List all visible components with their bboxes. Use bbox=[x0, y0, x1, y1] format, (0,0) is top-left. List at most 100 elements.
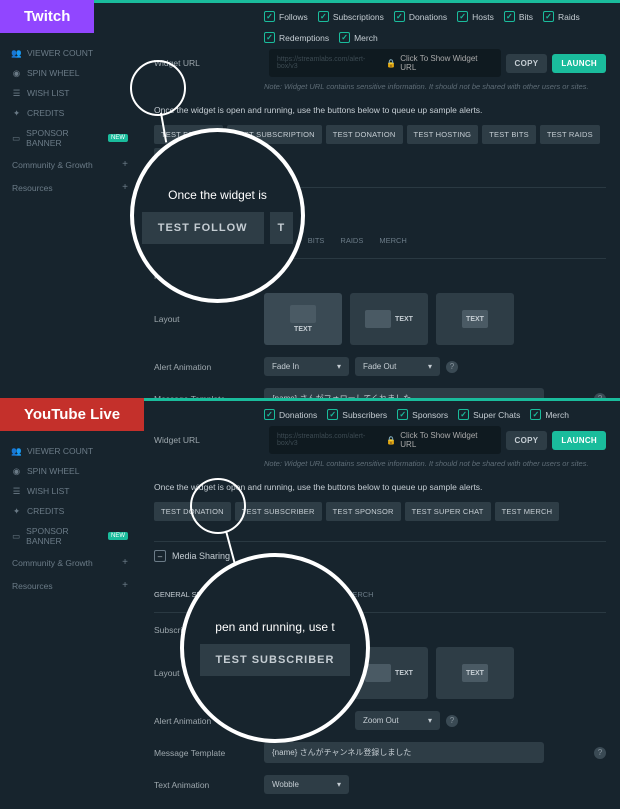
check-icon: ✓ bbox=[264, 11, 275, 22]
sidebar-item-wish-list[interactable]: ☰WISH LIST bbox=[0, 481, 140, 501]
checkbox-donations[interactable]: ✓Donations bbox=[264, 409, 317, 420]
media-sharing-section: – Media Sharing bbox=[154, 541, 606, 570]
zoom-callout: pen and running, use t TEST SUBSCRIBER bbox=[180, 553, 370, 743]
sidebar-item-sponsor-banner[interactable]: ▭SPONSOR BANNERNEW bbox=[0, 123, 140, 153]
layout-option-1[interactable]: TEXT bbox=[264, 293, 342, 345]
sidebar: 👥 VIEWER COUNT ◉SPIN WHEEL ☰WISH LIST ✦CR… bbox=[0, 3, 140, 398]
chevron-down-icon: ▾ bbox=[428, 716, 432, 725]
zoom-test-follow-button[interactable]: TEST FOLLOW bbox=[142, 212, 264, 244]
tab-raids[interactable]: RAIDS bbox=[340, 236, 363, 250]
zoom-text: Once the widget is bbox=[168, 188, 267, 202]
check-icon: ✓ bbox=[458, 409, 469, 420]
sidebar-group-resources[interactable]: Resources+ bbox=[0, 176, 140, 199]
anim-out-select[interactable]: Fade Out▾ bbox=[355, 357, 440, 376]
checkbox-donations[interactable]: ✓Donations bbox=[394, 11, 447, 22]
field-label: Layout bbox=[154, 314, 264, 324]
sidebar-label: CREDITS bbox=[27, 108, 64, 118]
youtube-section: YouTube Live 👥VIEWER COUNT ◉SPIN WHEEL ☰… bbox=[0, 398, 620, 809]
layout-option-3[interactable]: TEXT bbox=[436, 647, 514, 699]
users-icon: 👥 bbox=[12, 447, 21, 456]
field-label: Alert Animation bbox=[154, 362, 264, 372]
layout-option-3[interactable]: TEXT bbox=[436, 293, 514, 345]
test-bits-button[interactable]: TEST BITS bbox=[482, 125, 536, 144]
test-hosting-button[interactable]: TEST HOSTING bbox=[407, 125, 479, 144]
help-icon[interactable]: ? bbox=[446, 361, 458, 373]
chevron-down-icon: ▾ bbox=[337, 780, 341, 789]
sidebar-item-sponsor-banner[interactable]: ▭ SPONSOR BANNER NEW bbox=[0, 521, 140, 551]
copy-button[interactable]: COPY bbox=[506, 431, 548, 450]
test-subscriber-button[interactable]: TEST SUBSCRIBER bbox=[235, 502, 322, 521]
check-icon: ✓ bbox=[530, 409, 541, 420]
zoom-test-subscriber-button[interactable]: TEST SUBSCRIBER bbox=[200, 644, 351, 676]
checkbox-bits[interactable]: ✓Bits bbox=[504, 11, 533, 22]
platform-tag-twitch: Twitch bbox=[0, 0, 94, 33]
message-template-input[interactable] bbox=[264, 388, 544, 398]
plus-icon: + bbox=[122, 182, 128, 193]
check-icon: ✓ bbox=[327, 409, 338, 420]
text-anim-select[interactable]: Wobble▾ bbox=[264, 775, 349, 794]
sidebar-item-wish-list[interactable]: ☰WISH LIST bbox=[0, 83, 140, 103]
check-icon: ✓ bbox=[394, 11, 405, 22]
check-icon: ✓ bbox=[457, 11, 468, 22]
message-template-input[interactable] bbox=[264, 742, 544, 763]
new-badge: NEW bbox=[108, 134, 128, 142]
copy-button[interactable]: COPY bbox=[506, 54, 548, 73]
checkbox-row: ✓Donations ✓Subscribers ✓Sponsors ✓Super… bbox=[264, 401, 606, 426]
text-animation-row: Text Animation Wobble▾ bbox=[154, 775, 606, 794]
checkbox-super-chats[interactable]: ✓Super Chats bbox=[458, 409, 520, 420]
sidebar-item-viewer-count[interactable]: 👥 VIEWER COUNT bbox=[0, 43, 140, 63]
callout-indicator bbox=[190, 478, 246, 534]
sidebar-label: VIEWER COUNT bbox=[27, 446, 93, 456]
banner-icon: ▭ bbox=[12, 532, 20, 541]
checkbox-subscriptions[interactable]: ✓Subscriptions bbox=[318, 11, 384, 22]
sidebar-group-community[interactable]: Community & Growth+ bbox=[0, 153, 140, 176]
sidebar-item-credits[interactable]: ✦CREDITS bbox=[0, 501, 140, 521]
check-icon: ✓ bbox=[543, 11, 554, 22]
sidebar-label: SPONSOR BANNER bbox=[26, 526, 99, 546]
checkbox-redemptions[interactable]: ✓Redemptions bbox=[264, 32, 329, 43]
collapse-toggle[interactable]: – bbox=[154, 550, 166, 562]
field-label: Message Template bbox=[154, 748, 264, 758]
checkbox-raids[interactable]: ✓Raids bbox=[543, 11, 580, 22]
checkbox-merch[interactable]: ✓Merch bbox=[339, 32, 378, 43]
sidebar-group-community[interactable]: Community & Growth+ bbox=[0, 551, 140, 574]
sidebar-group-resources[interactable]: Resources+ bbox=[0, 574, 140, 597]
new-badge: NEW bbox=[108, 532, 128, 540]
users-icon: 👥 bbox=[12, 49, 21, 58]
url-row: Widget URL https://streamlabs.com/alert-… bbox=[154, 426, 606, 454]
test-sponsor-button[interactable]: TEST SPONSOR bbox=[326, 502, 401, 521]
group-label: Community & Growth bbox=[12, 558, 93, 568]
test-raids-button[interactable]: TEST RAIDS bbox=[540, 125, 600, 144]
checkbox-merch[interactable]: ✓Merch bbox=[530, 409, 569, 420]
checkbox-sponsors[interactable]: ✓Sponsors bbox=[397, 409, 448, 420]
checkbox-follows[interactable]: ✓Follows bbox=[264, 11, 308, 22]
help-icon[interactable]: ? bbox=[594, 747, 606, 759]
anim-in-select[interactable]: Fade In▾ bbox=[264, 357, 349, 376]
sidebar-item-spin-wheel[interactable]: ◉SPIN WHEEL bbox=[0, 63, 140, 83]
anim-out-select[interactable]: Zoom Out▾ bbox=[355, 711, 440, 730]
widget-url-field[interactable]: https://streamlabs.com/alert-box/v3🔒Clic… bbox=[269, 49, 501, 77]
tab-bits[interactable]: BITS bbox=[308, 236, 325, 250]
test-merch-button[interactable]: TEST MERCH bbox=[495, 502, 560, 521]
sidebar-item-spin-wheel[interactable]: ◉SPIN WHEEL bbox=[0, 461, 140, 481]
test-super-chat-button[interactable]: TEST SUPER CHAT bbox=[405, 502, 491, 521]
image-icon bbox=[365, 310, 391, 328]
layout-option-2[interactable]: TEXT bbox=[350, 293, 428, 345]
tab-merch[interactable]: MERCH bbox=[379, 236, 407, 250]
sidebar-label: SPIN WHEEL bbox=[27, 68, 79, 78]
zoom-partial-button: T bbox=[270, 212, 294, 244]
sidebar-item-credits[interactable]: ✦CREDITS bbox=[0, 103, 140, 123]
checkbox-subscribers[interactable]: ✓Subscribers bbox=[327, 409, 387, 420]
sidebar-item-viewer-count[interactable]: 👥 VIEWER COUNT bbox=[0, 441, 140, 461]
checkbox-hosts[interactable]: ✓Hosts bbox=[457, 11, 494, 22]
sidebar-label: VIEWER COUNT bbox=[27, 48, 93, 58]
launch-button[interactable]: LAUNCH bbox=[552, 431, 606, 450]
help-icon[interactable]: ? bbox=[446, 715, 458, 727]
widget-url-field[interactable]: https://streamlabs.com/alert-box/v3🔒Clic… bbox=[269, 426, 501, 454]
check-icon: ✓ bbox=[339, 32, 350, 43]
test-donation-button[interactable]: TEST DONATION bbox=[326, 125, 403, 144]
check-icon: ✓ bbox=[318, 11, 329, 22]
message-template-row: Message Template ? bbox=[154, 388, 606, 398]
instruction-text: Once the widget is open and running, use… bbox=[154, 105, 606, 115]
launch-button[interactable]: LAUNCH bbox=[552, 54, 606, 73]
